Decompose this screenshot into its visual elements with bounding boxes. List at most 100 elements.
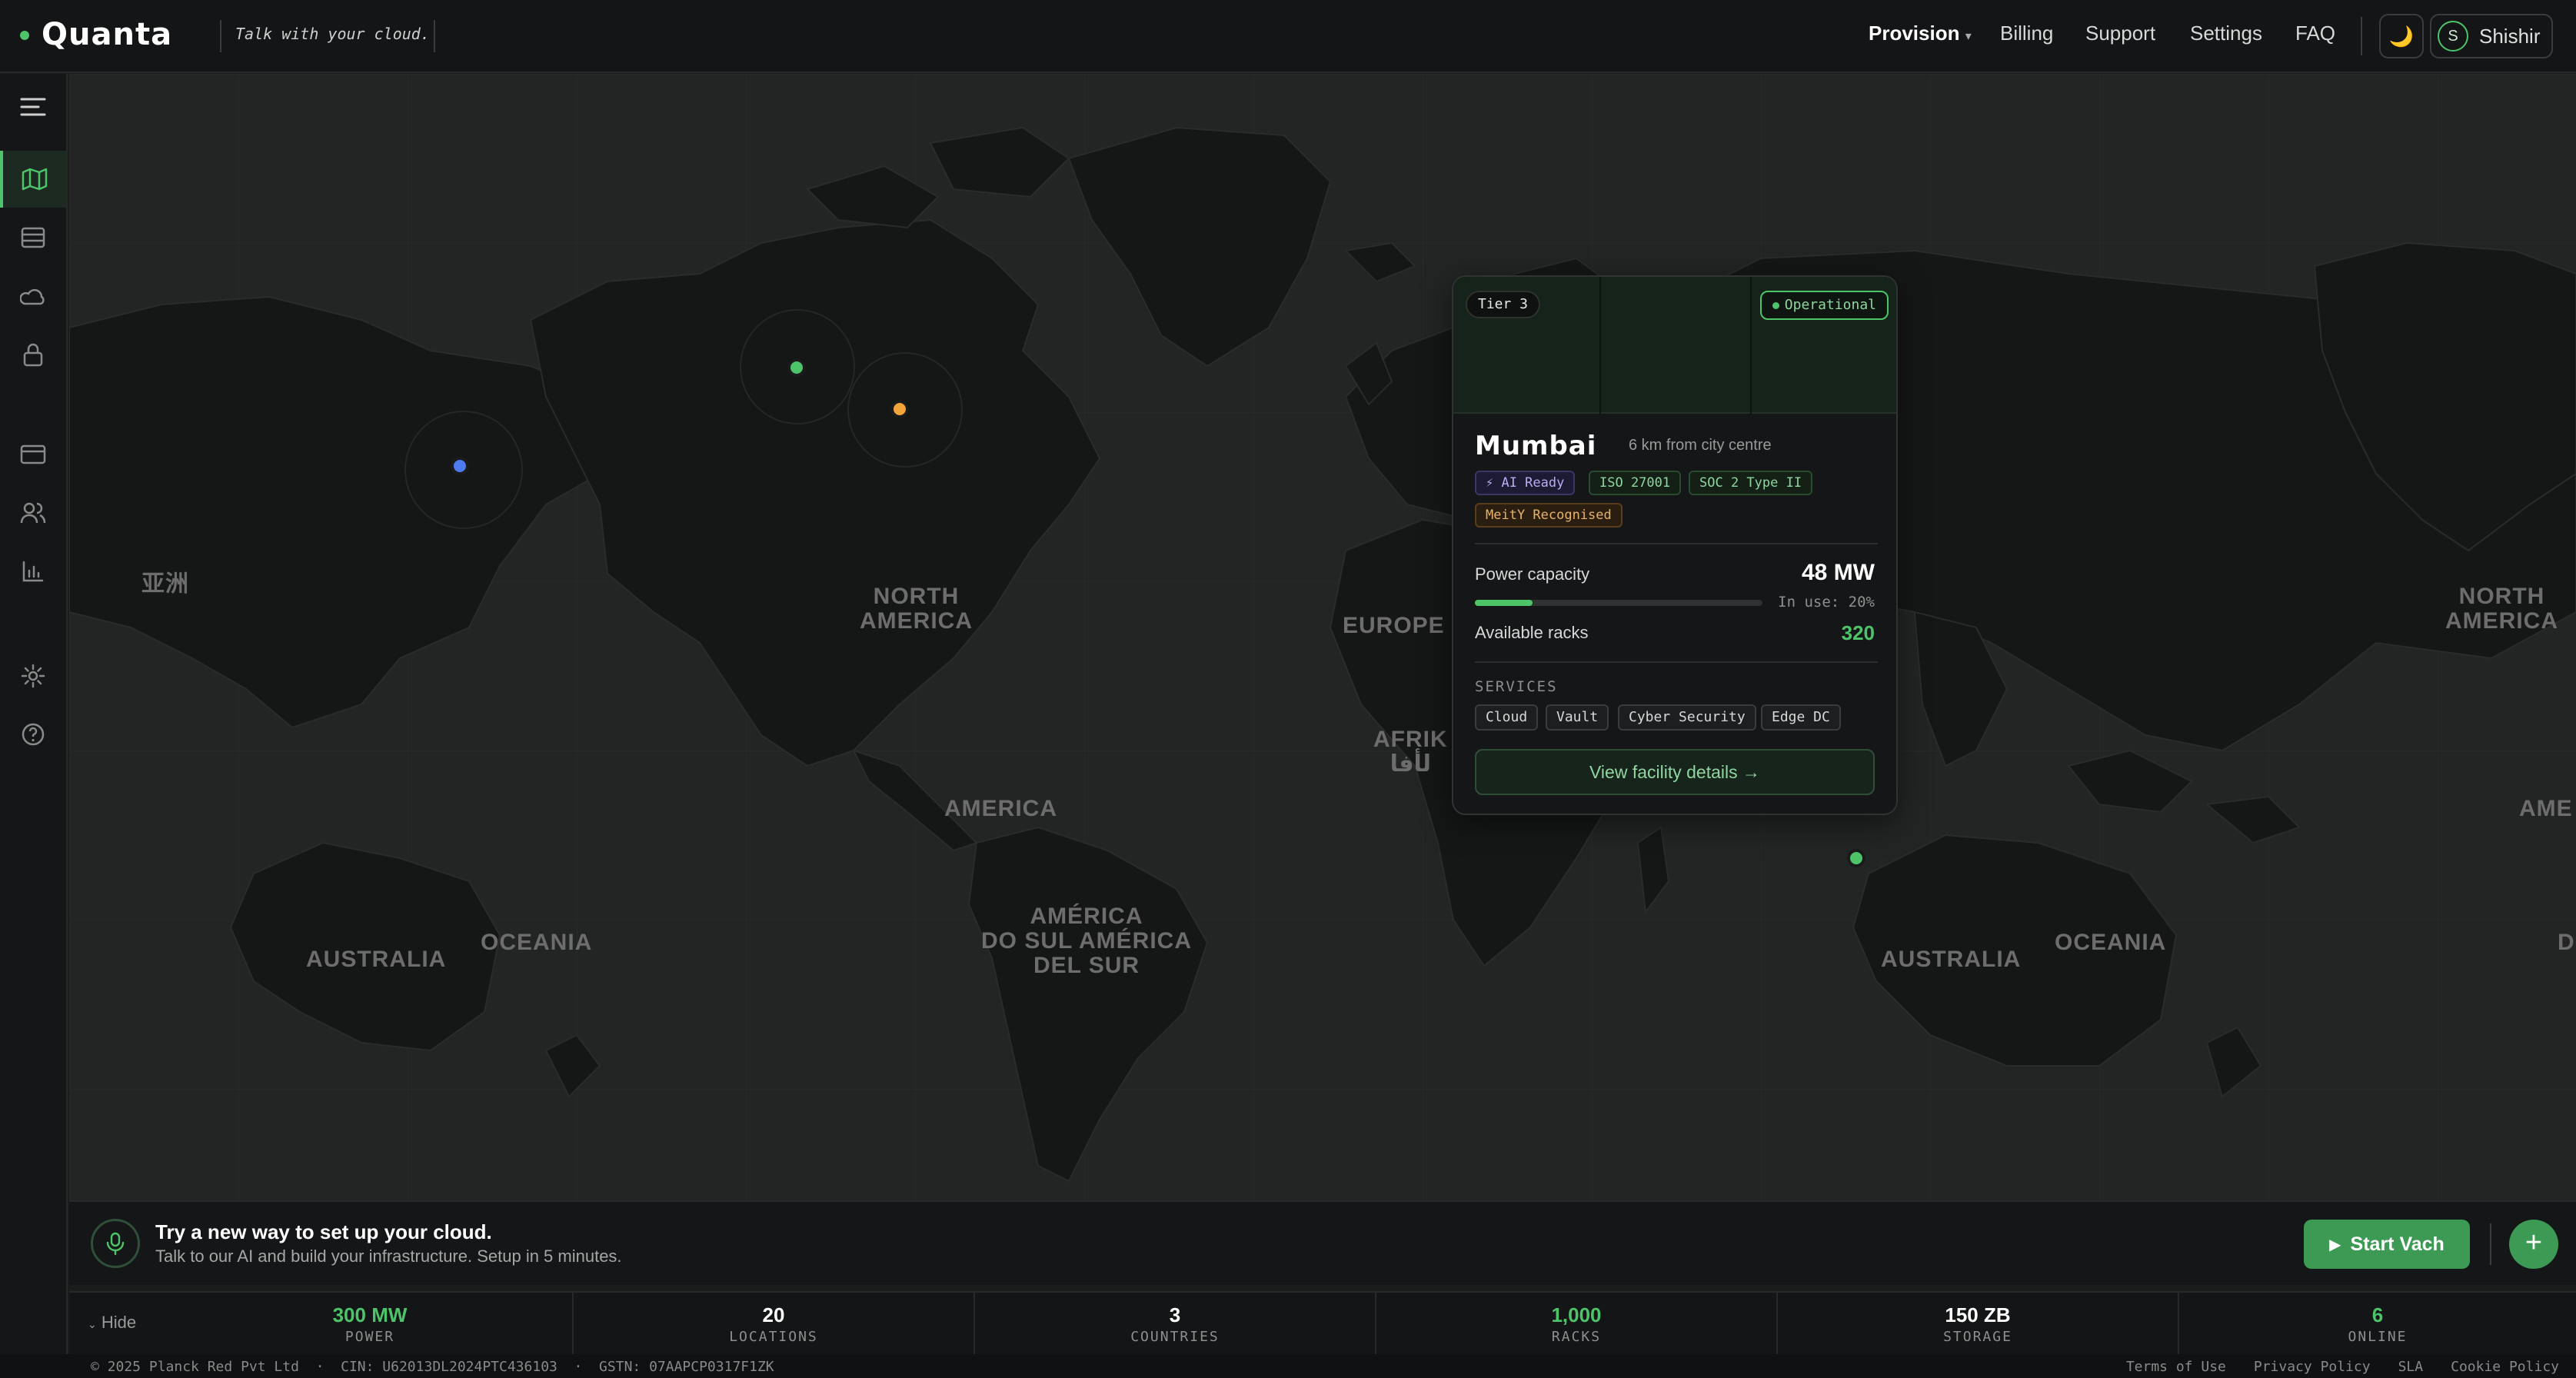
facility-image: Tier 3 Operational [1453,277,1896,414]
lock-icon [23,343,43,367]
tag-ai-ready: ⚡ AI Ready [1475,471,1576,495]
add-button[interactable]: + [2509,1220,2558,1269]
stat-value: 1,000 [1551,1303,1602,1326]
world-map[interactable]: NORTH AMERICA NORTH AMERICA EUROPE AFRIK… [69,74,2576,1200]
services-title: SERVICES [1475,678,1558,695]
stat-label: RACKS [1551,1329,1602,1345]
moon-icon: 🌙 [2388,24,2415,48]
start-vach-label: Start Vach [2350,1233,2445,1255]
status-badge: Operational [1759,291,1889,320]
map-label-north-america-2: NORTH AMERICA [2445,584,2558,634]
map-label-south-america: AMÉRICA DO SUL AMÉRICA DEL SUR [981,904,1193,978]
racks-label: Available racks [1475,623,1589,642]
sidebar-item-billing[interactable] [0,426,66,483]
menu-button[interactable] [0,78,66,135]
nav-billing[interactable]: Billing [2000,22,2053,45]
stat-value: 150 ZB [1945,1303,2011,1326]
stat-locations: 20 LOCATIONS [572,1293,973,1356]
map-marker-blue[interactable] [451,457,469,475]
power-usage-fill [1475,600,1533,606]
map-label-africa: AFRIK لأفا [1373,727,1448,777]
footer-link-sla[interactable]: SLA [2398,1359,2424,1375]
banner-subtitle: Talk to our AI and build your infrastruc… [155,1247,622,1266]
chart-icon [22,561,44,582]
power-value: 48 MW [1801,560,1875,585]
map-marker-orange[interactable] [890,400,909,418]
power-in-use: In use: 20% [1778,594,1875,611]
nav-provision-label: Provision [1869,22,1960,45]
top-bar: Quanta Talk with your cloud. Provision ▾… [0,0,2576,73]
start-vach-button[interactable]: ▶ Start Vach [2304,1220,2470,1269]
hide-label: Hide [101,1313,137,1332]
nav-settings[interactable]: Settings [2190,22,2262,45]
stat-label: LOCATIONS [729,1329,818,1345]
user-menu-button[interactable]: S Shishir [2430,14,2553,58]
facility-popup: Tier 3 Operational Mumbai 6 km from city… [1452,275,1898,815]
user-name: Shishir [2479,24,2541,48]
nav-faq[interactable]: FAQ [2295,22,2335,45]
sidebar-item-list[interactable] [0,209,66,266]
sidebar-item-analytics[interactable] [0,543,66,600]
stat-label: STORAGE [1943,1329,2012,1345]
nav-support[interactable]: Support [2085,22,2155,45]
mic-button[interactable] [91,1219,140,1268]
gear-icon [21,664,45,688]
avatar: S [2438,21,2468,52]
help-icon [22,723,45,746]
sidebar [0,74,68,1378]
footer-legal: © 2025 Planck Red Pvt Ltd · CIN: U62013D… [91,1359,774,1375]
banner-title: Try a new way to set up your cloud. [155,1220,492,1243]
cloud-icon [20,288,45,305]
theme-toggle-button[interactable]: 🌙 [2379,14,2424,58]
card-icon [20,444,46,464]
tag-soc2: SOC 2 Type II [1689,471,1813,495]
service-chip: Cloud [1475,704,1539,731]
menu-icon [20,98,46,116]
service-chip: Edge DC [1761,704,1841,731]
chevron-down-icon: ▾ [1965,30,1972,43]
power-usage-bar [1475,600,1762,606]
sidebar-item-users[interactable] [0,484,66,541]
map-label-oceania-2: OCEANIA [2055,930,2167,955]
divider [1475,661,1878,663]
divider [220,20,221,52]
facility-distance: 6 km from city centre [1629,437,1772,454]
stats-bar: ⌄ Hide 300 MW POWER 20 LOCATIONS 3 COUNT… [69,1291,2576,1356]
service-chip: Vault [1546,704,1609,731]
footer-link-terms[interactable]: Terms of Use [2126,1359,2226,1375]
play-icon: ▶ [2329,1236,2341,1253]
sidebar-item-security[interactable] [0,326,66,383]
footer: © 2025 Planck Red Pvt Ltd · CIN: U62013D… [0,1354,2576,1378]
racks-value: 320 [1841,621,1875,644]
sidebar-item-settings[interactable] [0,647,66,704]
brand-logo[interactable]: Quanta [42,17,172,52]
sidebar-item-map[interactable] [0,151,66,208]
map-label-edge: D [2558,930,2575,955]
tag-iso: ISO 27001 [1589,471,1682,495]
divider [1475,543,1878,544]
map-label-australia-2: AUSTRALIA [1881,947,2022,972]
view-facility-details-button[interactable]: View facility details → [1475,749,1875,795]
map-icon [22,168,48,191]
stat-value: 3 [1169,1303,1181,1326]
nav-provision[interactable]: Provision ▾ [1869,22,1972,45]
footer-link-privacy[interactable]: Privacy Policy [2254,1359,2371,1375]
hide-stats-button[interactable]: ⌄ Hide [88,1313,136,1333]
footer-link-cookie[interactable]: Cookie Policy [2451,1359,2559,1375]
map-label-north-america: NORTH AMERICA [860,584,973,634]
stat-storage: 150 ZB STORAGE [1776,1293,2178,1356]
map-label-oceania: OCEANIA [481,930,593,955]
stat-value: 300 MW [332,1303,408,1326]
stat-label: COUNTRIES [1130,1329,1220,1345]
stat-online: 6 ONLINE [2178,1293,2576,1356]
sidebar-item-help[interactable] [0,706,66,763]
stat-value: 20 [762,1303,785,1326]
map-label-america-2: AME [2519,796,2573,821]
map-label-asia: 亚洲 [141,571,189,597]
stat-racks: 1,000 RACKS [1375,1293,1776,1356]
stat-label: POWER [344,1329,395,1345]
sidebar-item-cloud[interactable] [0,268,66,325]
map-label-europe: EUROPE [1343,613,1445,638]
map-marker-green[interactable] [787,358,806,377]
map-marker-green[interactable] [1847,849,1865,867]
